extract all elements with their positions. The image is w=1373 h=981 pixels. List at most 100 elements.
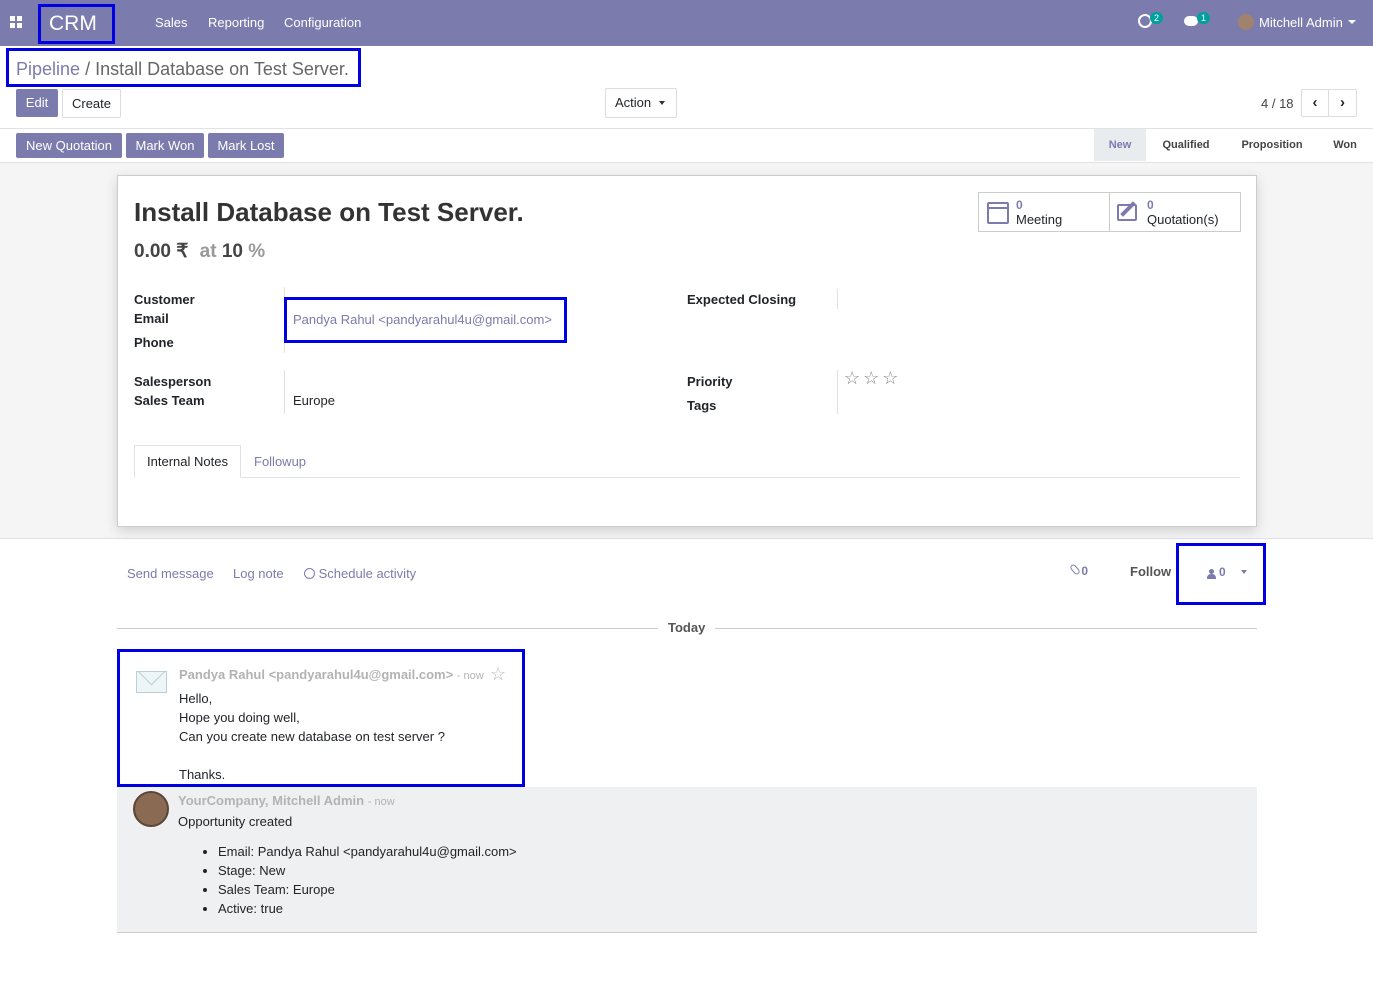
phone-label: Phone (134, 335, 174, 350)
star-icon[interactable]: ☆ (882, 368, 901, 388)
message-line: Hello, (179, 691, 213, 706)
followers-button[interactable]: 0 (1176, 543, 1266, 605)
calendar-icon (987, 202, 1009, 224)
caret-down-icon (659, 101, 665, 105)
envelope-icon (136, 671, 167, 693)
user-avatar[interactable] (1238, 14, 1254, 30)
edit-button[interactable]: Edit (16, 89, 58, 117)
list-item: Stage: New (218, 861, 517, 880)
breadcrumb-current: Install Database on Test Server. (95, 59, 349, 79)
messages-icon[interactable] (1184, 16, 1198, 26)
paperclip-icon (1069, 563, 1081, 576)
quotations-label: Quotation(s) (1147, 212, 1219, 227)
message-body: Opportunity created (178, 814, 293, 829)
percent-label: % (248, 241, 266, 262)
stage-new[interactable]: New (1094, 129, 1146, 161)
meeting-smart-button[interactable]: 0 Meeting (978, 192, 1110, 232)
user-name[interactable]: Mitchell Admin (1259, 15, 1343, 30)
top-navbar: CRM Sales Reporting Configuration 2 1 Mi… (0, 0, 1373, 46)
attachments-count: 0 (1081, 564, 1089, 578)
clock-icon (304, 568, 315, 579)
action-label: Action (615, 95, 652, 110)
email-field[interactable]: Pandya Rahul <pandyarahul4u@gmail.com> (284, 297, 567, 343)
list-item: Sales Team: Europe (218, 880, 517, 899)
message-time: - now (456, 670, 484, 682)
star-icon[interactable]: ☆ (844, 368, 863, 388)
schedule-activity-label: Schedule activity (318, 566, 417, 581)
opportunity-title: Install Database on Test Server. (134, 197, 524, 227)
message-line: Thanks. (179, 767, 226, 782)
message-log: YourCompany, Mitchell Admin - now Opport… (117, 787, 1257, 933)
breadcrumb: Pipeline / Install Database on Test Serv… (6, 48, 361, 87)
create-button[interactable]: Create (62, 89, 121, 118)
star-icon[interactable]: ☆ (490, 664, 506, 685)
menu-sales[interactable]: Sales (155, 15, 188, 30)
activity-badge: 2 (1150, 12, 1164, 24)
currency-symbol: ₹ (176, 241, 189, 262)
revenue-line: 0.00 ₹ at 10 % (134, 240, 265, 263)
tab-followup[interactable]: Followup (254, 454, 306, 469)
breadcrumb-separator: / (85, 59, 91, 79)
tab-internal-notes[interactable]: Internal Notes (134, 445, 241, 478)
tabs-divider (134, 477, 1240, 478)
quotations-smart-button[interactable]: 0 Quotation(s) (1109, 192, 1241, 232)
menu-reporting[interactable]: Reporting (208, 15, 264, 30)
apps-menu-icon[interactable] (10, 16, 22, 28)
stage-won[interactable]: Won (1324, 129, 1366, 161)
sales-team-value[interactable]: Europe (293, 393, 335, 408)
stage-pipeline: New Qualified Proposition Won (1094, 129, 1373, 162)
send-message-button[interactable]: Send message (127, 566, 214, 581)
message-header: Pandya Rahul <pandyarahul4u@gmail.com> -… (179, 667, 484, 682)
date-separator: Today (658, 620, 716, 635)
message-line: Can you create new database on test serv… (179, 729, 445, 744)
message-author[interactable]: Pandya Rahul <pandyarahul4u@gmail.com> (179, 667, 453, 682)
attachments-button[interactable]: 0 (1069, 563, 1089, 578)
message-body: Hello, Hope you doing well, Can you crea… (179, 689, 445, 784)
meeting-label: Meeting (1016, 212, 1063, 227)
caret-down-icon[interactable] (1348, 20, 1356, 24)
message-header: YourCompany, Mitchell Admin - now (178, 793, 395, 808)
log-note-button[interactable]: Log note (233, 566, 284, 581)
email-value[interactable]: Pandya Rahul <pandyarahul4u@gmail.com> (293, 312, 552, 327)
action-dropdown[interactable]: Action (605, 88, 677, 118)
expected-closing-label: Expected Closing (687, 292, 797, 307)
salesperson-label: Salesperson (134, 374, 212, 389)
expected-revenue: 0.00 (134, 241, 171, 262)
follow-button[interactable]: Follow (1130, 564, 1171, 579)
list-item: Active: true (218, 899, 517, 918)
email-label: Email (134, 311, 169, 326)
message-line (179, 746, 445, 765)
stage-qualified[interactable]: Qualified (1150, 129, 1222, 161)
message-time: - now (367, 796, 395, 808)
mark-won-button[interactable]: Mark Won (126, 133, 204, 158)
star-icon[interactable]: ☆ (863, 368, 882, 388)
breadcrumb-pipeline[interactable]: Pipeline (16, 59, 80, 79)
mark-lost-button[interactable]: Mark Lost (208, 133, 284, 158)
tracking-values-list: Email: Pandya Rahul <pandyarahul4u@gmail… (218, 842, 517, 918)
message-author[interactable]: YourCompany, Mitchell Admin (178, 793, 364, 808)
message-line: Hope you doing well, (179, 710, 300, 725)
list-item: Email: Pandya Rahul <pandyarahul4u@gmail… (218, 842, 517, 861)
new-quotation-button[interactable]: New Quotation (16, 133, 122, 158)
meeting-count: 0 (1016, 198, 1023, 212)
pager-previous-button[interactable]: ‹ (1301, 89, 1329, 117)
menu-configuration[interactable]: Configuration (284, 15, 361, 30)
stage-proposition[interactable]: Proposition (1228, 129, 1316, 161)
avatar (133, 791, 169, 827)
priority-label: Priority (687, 374, 733, 389)
app-name-crm[interactable]: CRM (38, 4, 115, 44)
message-email: Pandya Rahul <pandyarahul4u@gmail.com> -… (117, 649, 525, 787)
form-sheet: 0 Meeting 0 Quotation(s) Install Databas… (117, 175, 1257, 527)
probability-value: 10 (221, 241, 243, 262)
tags-label: Tags (687, 398, 717, 413)
pager-next-button[interactable]: › (1328, 89, 1357, 117)
pager-value[interactable]: 4 / 18 (1261, 96, 1294, 111)
messages-badge: 1 (1197, 12, 1211, 24)
quotations-count: 0 (1147, 198, 1154, 212)
caret-down-icon (1241, 570, 1247, 574)
schedule-activity-button[interactable]: Schedule activity (304, 566, 416, 581)
followers-count: 0 (1219, 565, 1226, 579)
priority-stars[interactable]: ☆☆☆ (844, 368, 901, 389)
at-label: at (199, 241, 217, 262)
customer-label: Customer (134, 292, 195, 307)
